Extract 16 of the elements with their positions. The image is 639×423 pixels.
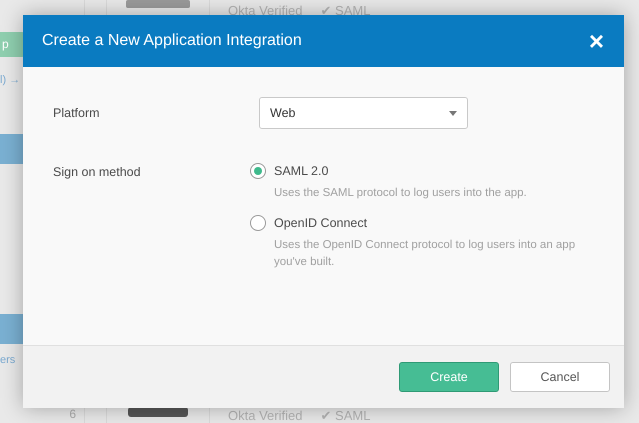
field-label: Sign on method (53, 164, 142, 181)
option-description: Uses the OpenID Connect protocol to log users into an app you've built. (274, 238, 576, 270)
close-button[interactable]: × (586, 28, 606, 54)
cancel-button[interactable]: Cancel (510, 362, 610, 392)
row-number: 6 (69, 406, 76, 423)
option-description: Uses the SAML protocol to log users into the app. (274, 186, 528, 201)
logo-icon (128, 407, 188, 417)
caret-icon (449, 110, 457, 116)
option-label[interactable]: OpenID Connect (274, 215, 368, 231)
field-label: Platform (53, 104, 101, 122)
radio-button[interactable] (250, 163, 266, 179)
radio-button[interactable] (250, 215, 266, 231)
platform-select[interactable]: Web (259, 97, 468, 129)
option-label[interactable]: SAML 2.0 (274, 163, 328, 179)
logo-icon (126, 0, 190, 8)
dialog-title: Create a New Application Integration (42, 31, 302, 51)
